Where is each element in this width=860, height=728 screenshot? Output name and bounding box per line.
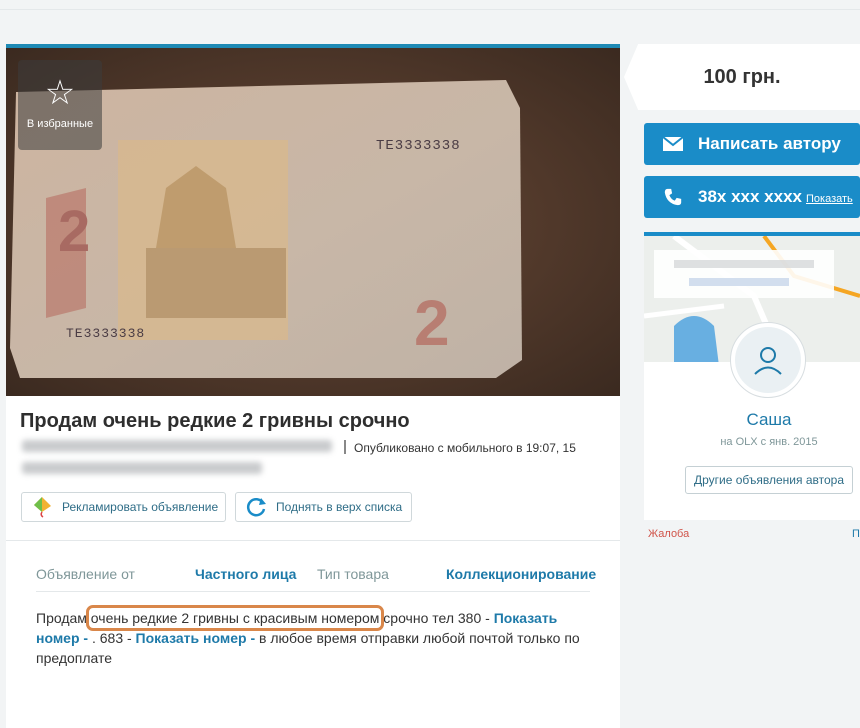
- separator: [344, 440, 346, 454]
- blurred-location-2: [22, 462, 262, 474]
- details-divider: [36, 591, 590, 592]
- favorite-button[interactable]: ☆ В избранные: [18, 60, 102, 150]
- raise-label: Поднять в верх списка: [276, 500, 403, 514]
- complaint-link[interactable]: Жалоба: [648, 528, 689, 540]
- ad-photo[interactable]: ТЕ3333338 ТЕ3333338 2 2 ☆ В избранные: [6, 48, 620, 396]
- seller-name[interactable]: Саша: [644, 410, 860, 430]
- seller-card: Саша на OLX с янв. 2015 Другие объявлени…: [644, 232, 860, 520]
- user-icon: [754, 347, 782, 375]
- promote-label: Рекламировать объявление: [62, 500, 219, 514]
- ad-main-card: ТЕ3333338 ТЕ3333338 2 2 ☆ В избранные Пр…: [6, 44, 620, 728]
- star-icon: ☆: [44, 74, 76, 112]
- top-bar: [0, 0, 860, 10]
- detail-from-value[interactable]: Частного лица: [195, 566, 296, 582]
- phone-number: 38x xxx xxxx: [698, 187, 802, 206]
- blurred-location: [22, 440, 332, 452]
- price-value: 100 грн.: [703, 66, 781, 88]
- other-ads-button[interactable]: Другие объявления автора: [685, 466, 853, 494]
- price-box: 100 грн.: [624, 44, 860, 110]
- detail-type-label: Тип товара: [317, 566, 389, 582]
- promote-button[interactable]: Рекламировать объявление: [21, 492, 226, 522]
- desc-part1: Продам: [36, 610, 91, 626]
- kite-icon: [34, 497, 51, 518]
- show-number-link-2[interactable]: Показать номер -: [136, 630, 256, 646]
- banknote-denomination: 2: [414, 287, 450, 359]
- avatar[interactable]: [730, 322, 806, 398]
- desc-highlighted: очень редкие 2 гривны с красивым номером: [85, 605, 385, 631]
- raise-button[interactable]: Поднять в верх списка: [235, 492, 412, 522]
- favorite-label: В избранные: [26, 118, 94, 130]
- seller-since: на OLX с янв. 2015: [720, 436, 818, 448]
- write-author-label: Написать автору: [698, 134, 841, 153]
- desc-part3: . 683 -: [88, 630, 136, 646]
- detail-from-label: Объявление от: [36, 566, 135, 582]
- detail-type-value[interactable]: Коллекционирование: [446, 566, 596, 582]
- write-author-button[interactable]: Написать автору: [644, 123, 860, 165]
- envelope-icon: [662, 136, 684, 151]
- section-divider: [6, 540, 620, 541]
- banknote-denomination-left: 2: [58, 199, 91, 264]
- ad-title: Продам очень редкие 2 гривны срочно: [20, 410, 410, 432]
- show-phone-link[interactable]: Показать: [806, 193, 853, 205]
- published-info: Опубликовано с мобильного в 19:07, 15: [354, 441, 576, 455]
- cut-link[interactable]: П: [852, 528, 860, 540]
- banknote-serial-top: ТЕ3333338: [376, 138, 461, 154]
- desc-part2: срочно тел 380 -: [379, 610, 494, 626]
- refresh-icon: [246, 498, 266, 517]
- ad-description: Продам очень редкие 2 гривны с красивым …: [36, 605, 592, 668]
- phone-icon: [664, 188, 682, 206]
- banknote-serial-bottom: ТЕ3333338: [66, 326, 146, 341]
- phone-button[interactable]: 38x xxx xxxx Показать: [644, 176, 860, 218]
